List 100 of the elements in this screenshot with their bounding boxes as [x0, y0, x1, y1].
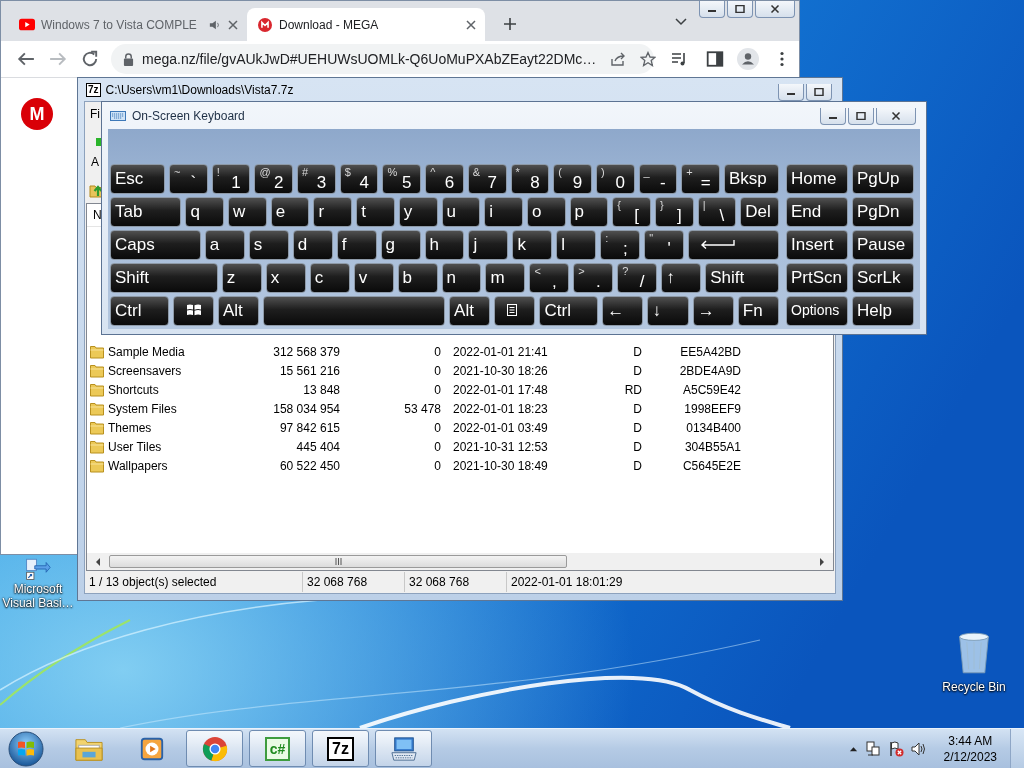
keyboard-key[interactable]: u	[441, 197, 481, 227]
keyboard-key[interactable]: + =	[681, 164, 720, 194]
close-button[interactable]	[876, 108, 916, 125]
keyboard-key[interactable]: : ;	[600, 230, 641, 260]
keyboard-key[interactable]: _ -	[638, 164, 678, 194]
keyboard-key[interactable]: f	[336, 230, 377, 260]
new-tab-icon[interactable]	[503, 17, 517, 31]
keyboard-key[interactable]: d	[292, 230, 333, 260]
keyboard-key[interactable]: Caps	[110, 230, 201, 260]
keyboard-key[interactable]: w	[228, 197, 267, 227]
keyboard-key[interactable]: PgDn	[852, 197, 914, 227]
keyboard-key[interactable]: @ 2	[254, 164, 294, 194]
keyboard-key[interactable]: ^ 6	[425, 164, 464, 194]
more-menu-icon[interactable]	[779, 50, 785, 68]
taskbar-button[interactable]: c#	[249, 730, 306, 767]
keyboard-key[interactable]: Alt	[449, 296, 491, 326]
flag-icon[interactable]	[887, 740, 904, 757]
scroll-thumb[interactable]	[109, 555, 567, 568]
keyboard-key[interactable]: Fn	[737, 296, 779, 326]
speaker-icon[interactable]	[209, 18, 221, 31]
keyboard-key[interactable]: z	[221, 263, 262, 293]
maximize-button[interactable]	[727, 1, 753, 18]
keyboard-key[interactable]: t	[356, 197, 395, 227]
file-name[interactable]: Themes	[108, 420, 263, 435]
keyboard-key[interactable]: < ,	[529, 263, 570, 293]
keyboard-key[interactable]: | \	[697, 197, 737, 227]
keyboard-key[interactable]: g	[380, 230, 421, 260]
shortcut-icon[interactable]	[23, 556, 53, 582]
address-field[interactable]: mega.nz/file/gvAUkJwD#UEHUWsUOMLk-Q6UoMuPXAbZEayt22DMc…	[111, 44, 654, 74]
keyboard-key[interactable]: k	[512, 230, 553, 260]
keyboard-key[interactable]: > .	[573, 263, 614, 293]
site-logo[interactable]: M	[21, 98, 53, 130]
file-name[interactable]: Shortcuts	[108, 382, 263, 397]
keyboard-key[interactable]: y	[398, 197, 438, 227]
keyboard-key[interactable]: o	[526, 197, 566, 227]
keyboard-key[interactable]: " '	[644, 230, 685, 260]
keyboard-key[interactable]: $ 4	[339, 164, 379, 194]
keyboard-key[interactable]: ←	[602, 296, 644, 326]
maximize-button[interactable]	[806, 84, 832, 101]
keyboard-key[interactable]: b	[397, 263, 438, 293]
star-icon[interactable]	[640, 51, 657, 67]
browser-tab[interactable]: Download - MEGA	[247, 8, 485, 41]
keyboard-key[interactable]: # 3	[297, 164, 336, 194]
minimize-button[interactable]	[778, 84, 804, 101]
file-name[interactable]: User Tiles	[108, 439, 263, 454]
keyboard-key[interactable]: ( 9	[553, 164, 592, 194]
keyboard-key[interactable]: Ctrl	[539, 296, 599, 326]
space-bar[interactable]	[263, 296, 446, 326]
keyboard-key[interactable]: x	[265, 263, 306, 293]
keyboard-key[interactable]: Shift	[110, 263, 218, 293]
keyboard-key[interactable]: Bksp	[723, 164, 779, 194]
keyboard-key[interactable]: } ]	[654, 197, 694, 227]
keyboard-key[interactable]: * 8	[510, 164, 550, 194]
keyboard-key[interactable]: Tab	[110, 197, 182, 227]
file-name[interactable]: System Files	[108, 401, 263, 416]
keyboard-key[interactable]: j	[468, 230, 509, 260]
keyboard-key[interactable]: c	[309, 263, 350, 293]
keyboard-key[interactable]: ! 1	[211, 164, 251, 194]
keyboard-key[interactable]: PgUp	[852, 164, 914, 194]
close-icon[interactable]	[227, 18, 239, 31]
side-panel-icon[interactable]	[706, 50, 724, 68]
start-button[interactable]	[6, 729, 46, 768]
keyboard-key[interactable]: v	[353, 263, 394, 293]
keyboard-key[interactable]: n	[441, 263, 482, 293]
taskbar-button[interactable]	[186, 730, 243, 767]
close-button[interactable]	[755, 1, 795, 18]
keyboard-key[interactable]: Esc	[110, 164, 166, 194]
clock-time[interactable]: 3:44 AM	[948, 732, 993, 749]
keyboard-key[interactable]: h	[424, 230, 465, 260]
keyboard-key[interactable]: Help	[852, 296, 914, 326]
keyboard-key[interactable]: q	[185, 197, 225, 227]
keyboard-key[interactable]: Del	[740, 197, 779, 227]
maximize-button[interactable]	[848, 108, 874, 125]
browser-tab[interactable]: Windows 7 to Vista COMPLE	[9, 8, 247, 41]
keyboard-key[interactable]: ↓	[647, 296, 689, 326]
keyboard-key[interactable]: Shift	[705, 263, 779, 293]
keyboard-key[interactable]: l	[556, 230, 597, 260]
horizontal-scrollbar[interactable]	[87, 553, 833, 570]
file-name[interactable]: Wallpapers	[108, 458, 263, 473]
clock-date[interactable]: 2/12/2023	[943, 748, 997, 765]
network-icon[interactable]	[864, 740, 881, 757]
keyboard-key[interactable]: ? /	[617, 263, 658, 293]
menu-item[interactable]: Fi	[90, 107, 100, 121]
keyboard-key[interactable]: ~ `	[169, 164, 208, 194]
enter-key[interactable]	[688, 230, 779, 260]
keyboard-key[interactable]: % 5	[382, 164, 422, 194]
windows-key[interactable]	[172, 296, 214, 326]
keyboard-key[interactable]: e	[270, 197, 310, 227]
keyboard-key[interactable]: Options	[786, 296, 848, 326]
keyboard-key[interactable]: ↑	[661, 263, 702, 293]
keyboard-key[interactable]: s	[248, 230, 289, 260]
taskbar-button[interactable]: 7z	[312, 730, 369, 767]
taskbar-button[interactable]	[375, 730, 432, 767]
profile-icon[interactable]	[737, 48, 759, 70]
keyboard-key[interactable]: i	[484, 197, 523, 227]
reload-icon[interactable]	[81, 50, 99, 68]
volume-icon[interactable]	[910, 740, 927, 757]
keyboard-key[interactable]: PrtScn	[786, 263, 848, 293]
share-icon[interactable]	[610, 51, 627, 67]
minimize-button[interactable]	[699, 1, 725, 18]
